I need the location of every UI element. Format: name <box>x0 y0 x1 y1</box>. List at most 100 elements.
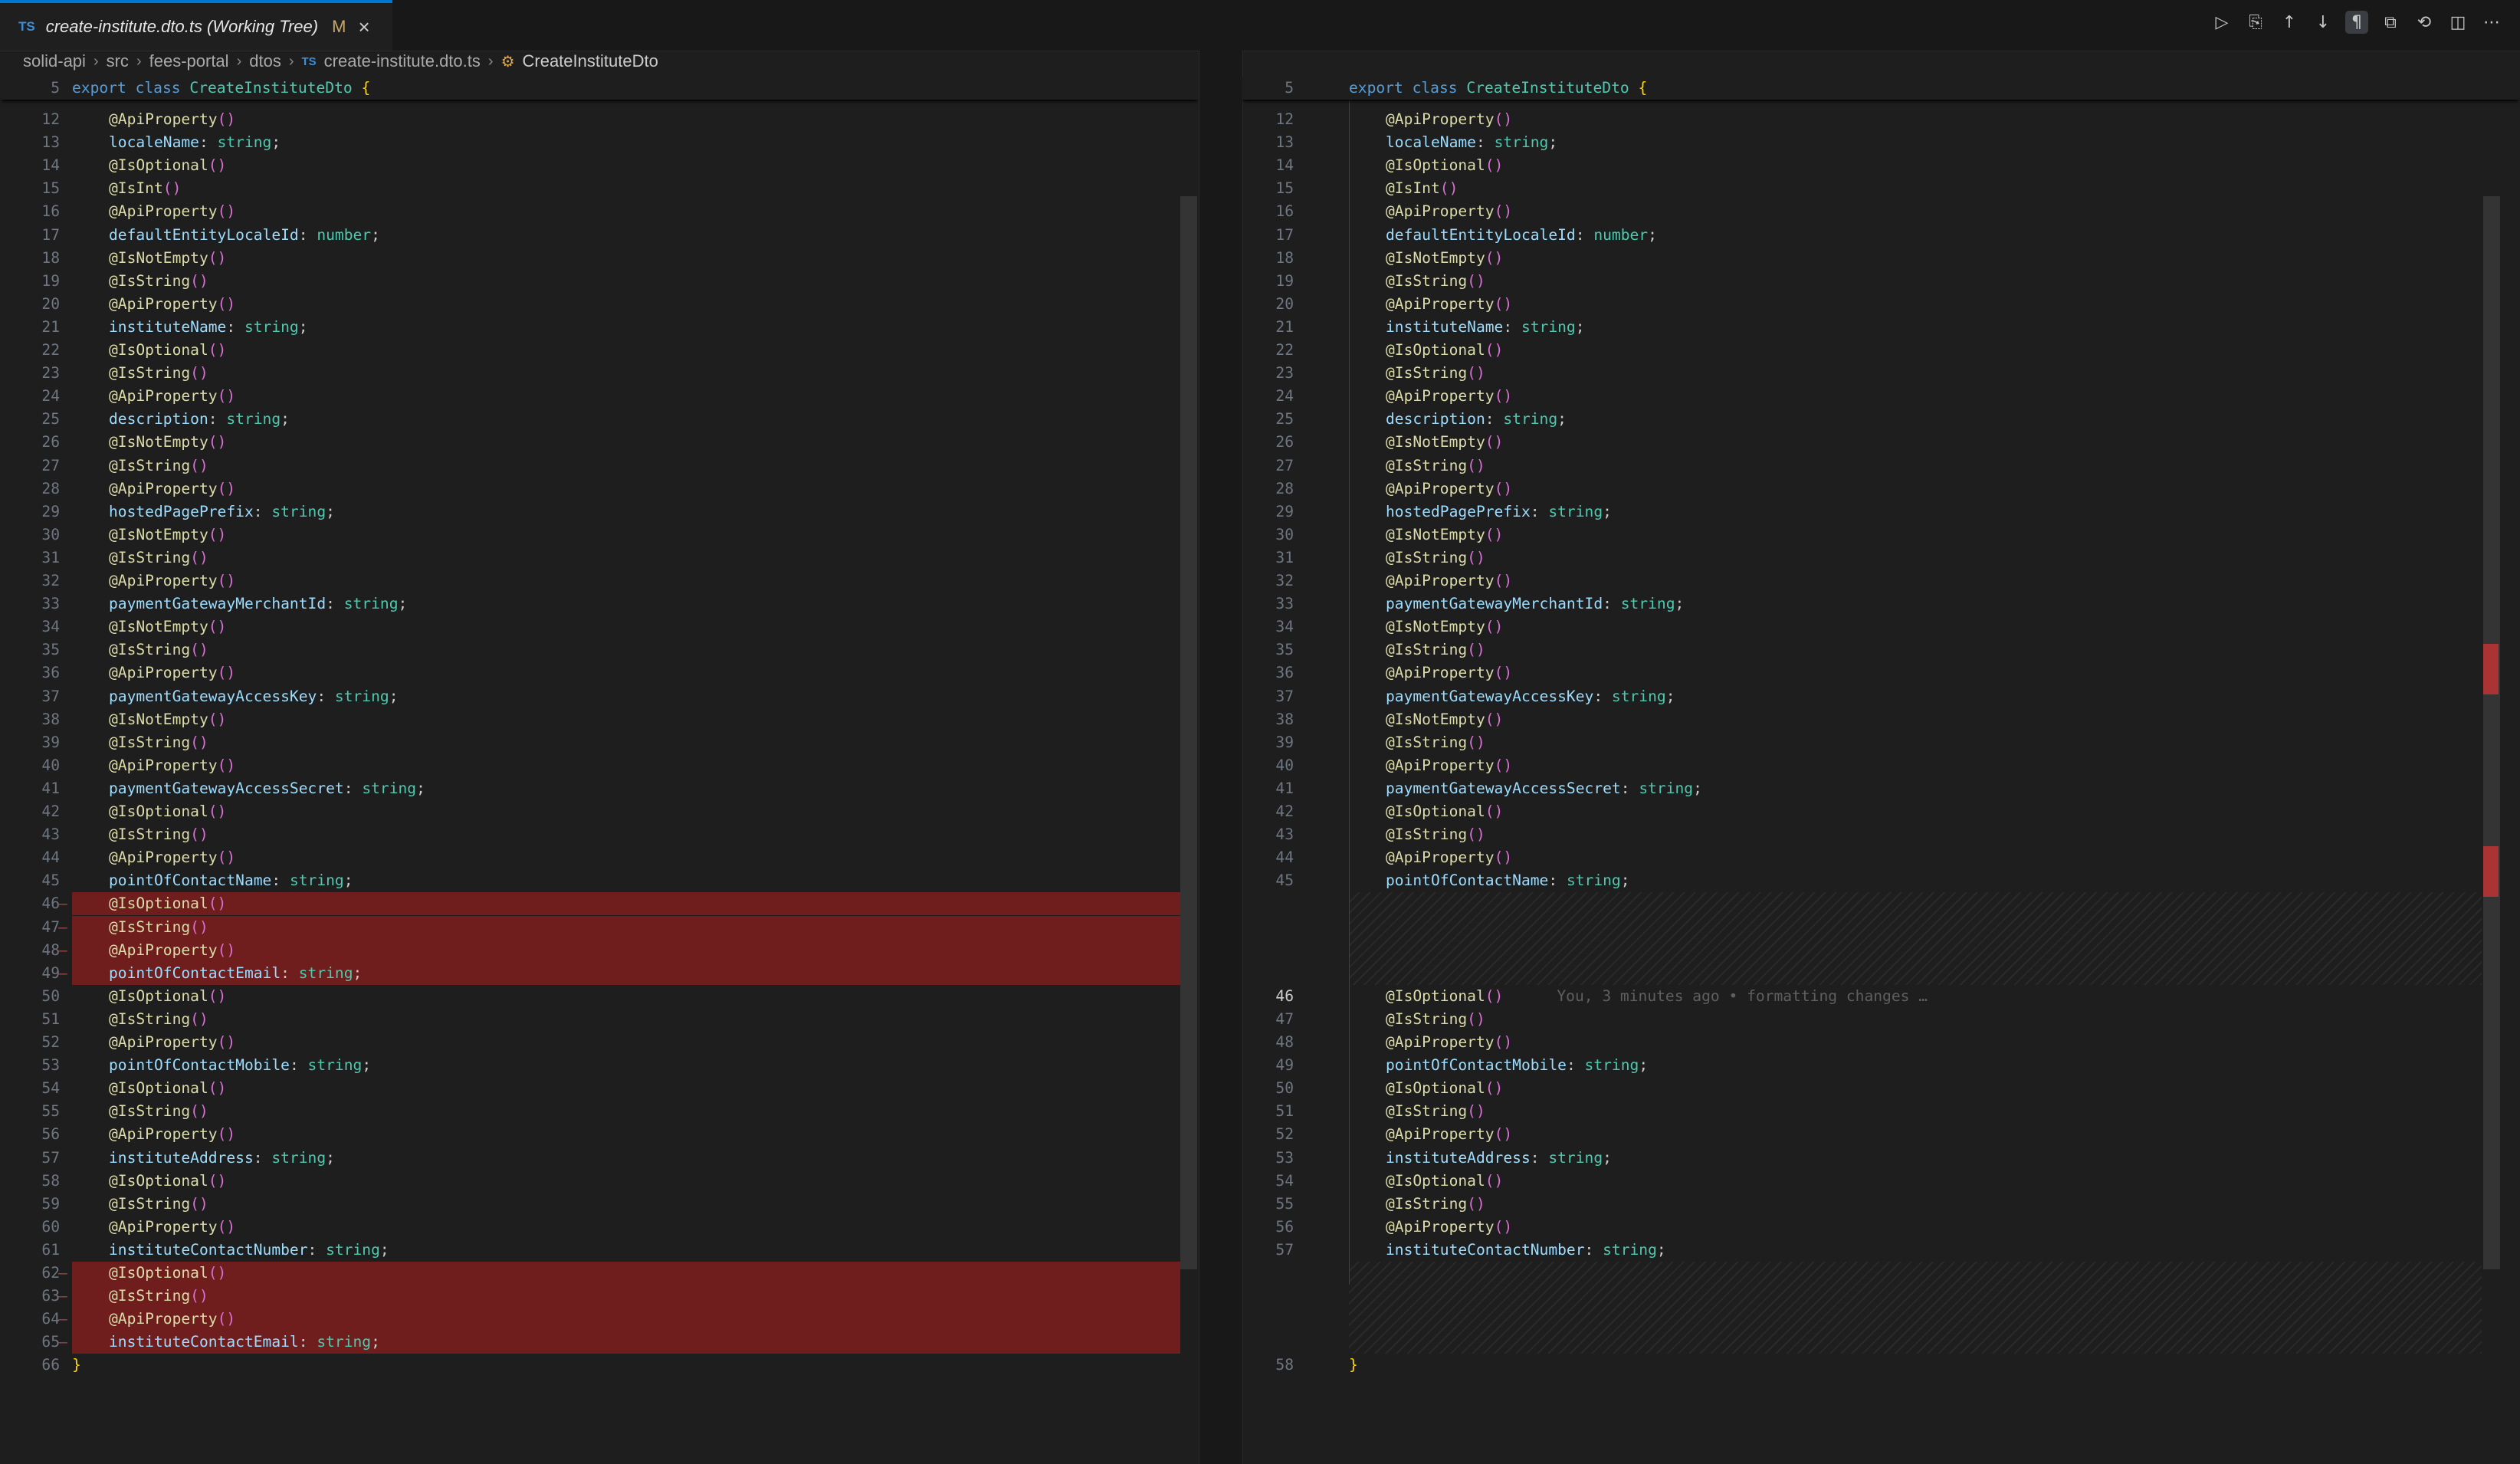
code-line[interactable]: 56 @ApiProperty() <box>1242 1216 2520 1239</box>
code-line[interactable]: 56 @ApiProperty() <box>0 1123 1199 1146</box>
code-line[interactable]: 41 paymentGatewayAccessSecret: string; <box>0 777 1199 800</box>
breadcrumb-item[interactable]: src <box>107 51 129 71</box>
original-editor-pane[interactable]: 12 @ApiProperty() 13 localeName: string; 14 @… <box>0 77 1199 1464</box>
code-line[interactable]: 18 @IsNotEmpty() <box>0 247 1199 270</box>
code-line[interactable]: 34 @IsNotEmpty() <box>0 615 1199 638</box>
code-line[interactable]: 24 @ApiProperty() <box>1242 385 2520 408</box>
breadcrumb-item[interactable]: fees-portal <box>149 51 229 71</box>
code-line[interactable]: 48 @ApiProperty() <box>1242 1031 2520 1054</box>
code-line[interactable]: 30 @IsNotEmpty() <box>1242 524 2520 547</box>
code-line[interactable]: 49 pointOfContactMobile: string; <box>1242 1054 2520 1077</box>
code-line[interactable]: 42 @IsOptional() <box>1242 800 2520 823</box>
code-line[interactable]: 32 @ApiProperty() <box>0 570 1199 592</box>
code-line[interactable]: 57 instituteContactNumber: string; <box>1242 1239 2520 1262</box>
code-line[interactable]: 43 @IsString() <box>1242 823 2520 846</box>
code-line[interactable]: 21 instituteName: string; <box>1242 316 2520 339</box>
code-line[interactable]: 58 @IsOptional() <box>0 1170 1199 1193</box>
code-line[interactable]: 47 @IsString() <box>1242 1008 2520 1031</box>
open-file-icon[interactable]: ⎘ <box>2244 11 2267 34</box>
code-line[interactable]: 22 @IsOptional() <box>1242 339 2520 362</box>
code-line[interactable]: 51 @IsString() <box>0 1008 1199 1031</box>
breadcrumb-file[interactable]: create-institute.dto.ts <box>324 51 481 71</box>
breadcrumb-item[interactable]: dtos <box>249 51 281 71</box>
code-line[interactable]: 25 description: string; <box>1242 408 2520 431</box>
vertical-scrollbar[interactable] <box>2483 196 2500 1269</box>
code-line[interactable]: 41 paymentGatewayAccessSecret: string; <box>1242 777 2520 800</box>
code-line[interactable]: 53 instituteAddress: string; <box>1242 1147 2520 1170</box>
editor-tab[interactable]: TS create-institute.dto.ts (Working Tree… <box>0 0 392 51</box>
modified-editor-pane[interactable]: 12 @ApiProperty() 13 localeName: string; 14 @… <box>1242 77 2520 1464</box>
code-line[interactable]: 40 @ApiProperty() <box>1242 754 2520 777</box>
code-line[interactable]: 33 paymentGatewayMerchantId: string; <box>1242 592 2520 615</box>
code-line[interactable]: 38 @IsNotEmpty() <box>0 708 1199 731</box>
code-line[interactable]: 32 @ApiProperty() <box>1242 570 2520 592</box>
split-editor-icon[interactable]: ◫ <box>2446 11 2469 34</box>
code-line[interactable]: 58} <box>1242 1354 2520 1377</box>
code-line[interactable]: 16 @ApiProperty() <box>1242 200 2520 223</box>
code-line[interactable]: 44 @ApiProperty() <box>1242 846 2520 869</box>
code-line[interactable]: 51 @IsString() <box>1242 1100 2520 1123</box>
code-line[interactable]: 28 @ApiProperty() <box>0 478 1199 501</box>
sticky-scroll-header[interactable]: 5 export class CreateInstituteDto { <box>1242 77 2520 100</box>
deleted-code-line[interactable]: 64— @ApiProperty() <box>41 1308 1180 1331</box>
code-line[interactable]: 39 @IsString() <box>0 731 1199 754</box>
code-line[interactable]: 29 hostedPagePrefix: string; <box>0 501 1199 524</box>
code-line[interactable]: 23 @IsString() <box>1242 362 2520 385</box>
code-line[interactable]: 16 @ApiProperty() <box>0 200 1199 223</box>
more-actions-icon[interactable]: ⋯ <box>2480 11 2503 34</box>
code-line[interactable]: 12 @ApiProperty() <box>0 108 1199 131</box>
code-line[interactable]: 45 pointOfContactName: string; <box>1242 869 2520 892</box>
code-line[interactable]: 18 @IsNotEmpty() <box>1242 247 2520 270</box>
code-line[interactable]: 26 @IsNotEmpty() <box>0 431 1199 454</box>
code-line[interactable]: 25 description: string; <box>0 408 1199 431</box>
code-line[interactable]: 13 localeName: string; <box>0 131 1199 154</box>
code-line[interactable]: 37 paymentGatewayAccessKey: string; <box>0 685 1199 708</box>
breadcrumb-item[interactable]: solid-api <box>23 51 86 71</box>
code-line[interactable]: 45 pointOfContactName: string; <box>0 869 1199 892</box>
code-line[interactable]: 44 @ApiProperty() <box>0 846 1199 869</box>
deleted-code-line[interactable]: 47— @IsString() <box>41 915 1180 939</box>
code-line[interactable]: 53 pointOfContactMobile: string; <box>0 1054 1199 1077</box>
previous-change-icon[interactable]: ↑ <box>2278 11 2301 34</box>
code-line[interactable]: 35 @IsString() <box>1242 638 2520 661</box>
code-line[interactable]: 40 @ApiProperty() <box>0 754 1199 777</box>
code-line[interactable]: 15 @IsInt() <box>1242 177 2520 200</box>
code-line[interactable]: 57 instituteAddress: string; <box>0 1147 1199 1170</box>
code-line[interactable]: 54 @IsOptional() <box>0 1077 1199 1100</box>
code-line[interactable]: 29 hostedPagePrefix: string; <box>1242 501 2520 524</box>
breadcrumb-symbol[interactable]: CreateInstituteDto <box>523 51 658 71</box>
code-line[interactable]: 34 @IsNotEmpty() <box>1242 615 2520 638</box>
code-line[interactable]: 33 paymentGatewayMerchantId: string; <box>0 592 1199 615</box>
code-line[interactable]: 15 @IsInt() <box>0 177 1199 200</box>
code-line[interactable]: 38 @IsNotEmpty() <box>1242 708 2520 731</box>
inline-view-icon[interactable]: ⧉ <box>2379 11 2402 34</box>
deleted-code-line[interactable]: 49— pointOfContactEmail: string; <box>41 961 1180 985</box>
code-line[interactable]: 36 @ApiProperty() <box>1242 661 2520 684</box>
code-line[interactable]: 12 @ApiProperty() <box>1242 108 2520 131</box>
close-tab-button[interactable]: × <box>358 17 369 37</box>
code-line[interactable]: 19 @IsString() <box>1242 270 2520 293</box>
code-line[interactable]: 42 @IsOptional() <box>0 800 1199 823</box>
code-line[interactable]: 52 @ApiProperty() <box>1242 1123 2520 1146</box>
code-line[interactable]: 14 @IsOptional() <box>0 154 1199 177</box>
code-line[interactable]: 54 @IsOptional() <box>1242 1170 2520 1193</box>
code-line[interactable]: 22 @IsOptional() <box>0 339 1199 362</box>
code-line[interactable]: 14 @IsOptional() <box>1242 154 2520 177</box>
toggle-whitespace-icon[interactable]: ¶ <box>2345 11 2368 34</box>
code-line[interactable]: 35 @IsString() <box>0 638 1199 661</box>
code-line[interactable]: 55 @IsString() <box>1242 1193 2520 1216</box>
code-line[interactable]: 55 @IsString() <box>0 1100 1199 1123</box>
code-line[interactable]: 17 defaultEntityLocaleId: number; <box>1242 224 2520 247</box>
code-line[interactable]: 60 @ApiProperty() <box>0 1216 1199 1239</box>
code-line[interactable]: 27 @IsString() <box>0 455 1199 478</box>
code-line[interactable]: 28 @ApiProperty() <box>1242 478 2520 501</box>
code-line[interactable]: 17 defaultEntityLocaleId: number; <box>0 224 1199 247</box>
code-line[interactable]: 50 @IsOptional() <box>1242 1077 2520 1100</box>
code-line[interactable]: 21 instituteName: string; <box>0 316 1199 339</box>
deleted-code-line[interactable]: 62— @IsOptional() <box>41 1262 1180 1285</box>
run-icon[interactable]: ▷ <box>2210 11 2233 34</box>
code-line[interactable]: 37 paymentGatewayAccessKey: string; <box>1242 685 2520 708</box>
code-line[interactable]: 50 @IsOptional() <box>0 985 1199 1008</box>
code-line[interactable]: 59 @IsString() <box>0 1193 1199 1216</box>
code-line[interactable]: 46 @IsOptional() You, 3 minutes ago • form… <box>1242 985 2520 1008</box>
